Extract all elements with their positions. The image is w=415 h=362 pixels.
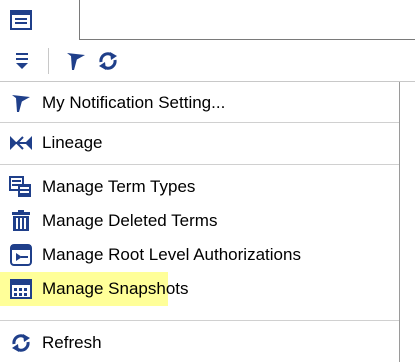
authorization-icon (10, 244, 32, 266)
menu-separator (0, 122, 399, 123)
panel-view-icon (10, 10, 32, 30)
menu-item-label: Manage Snapshots (42, 279, 189, 298)
menu-item-label: Lineage (42, 133, 103, 152)
tab-panel[interactable] (0, 0, 80, 40)
menu-item-manage-root-authorizations[interactable]: Manage Root Level Authorizations (0, 238, 399, 272)
menu-separator (0, 320, 399, 321)
snapshot-calendar-icon (10, 279, 32, 299)
tab-strip (0, 0, 415, 40)
menu-item-manage-snapshots[interactable]: Manage Snapshots (0, 272, 189, 306)
term-types-icon (9, 176, 31, 197)
menu-item-manage-deleted-terms[interactable]: Manage Deleted Terms (0, 204, 399, 238)
context-menu: My Notification Setting... Lineage Manag… (0, 82, 400, 362)
trash-icon (12, 210, 30, 231)
refresh-icon (12, 334, 30, 352)
notification-flag-icon[interactable] (64, 50, 88, 72)
menu-separator (0, 164, 399, 165)
lineage-icon (10, 136, 32, 150)
menu-item-label: Manage Root Level Authorizations (42, 245, 301, 264)
menu-item-label: Manage Deleted Terms (42, 211, 218, 230)
view-menu-icon[interactable] (10, 50, 34, 72)
refresh-icon[interactable] (96, 50, 120, 72)
menu-item-manage-term-types[interactable]: Manage Term Types (0, 170, 399, 204)
menu-item-refresh[interactable]: Refresh (0, 326, 399, 360)
menu-item-label: Manage Term Types (42, 177, 196, 196)
menu-item-label: Refresh (42, 333, 102, 352)
toolbar (0, 40, 415, 82)
notification-flag-icon (12, 95, 30, 112)
toolbar-separator (48, 48, 49, 74)
menu-item-lineage[interactable]: Lineage (0, 126, 399, 160)
menu-item-notification-setting[interactable]: My Notification Setting... (0, 86, 399, 120)
menu-item-label: My Notification Setting... (42, 93, 226, 112)
